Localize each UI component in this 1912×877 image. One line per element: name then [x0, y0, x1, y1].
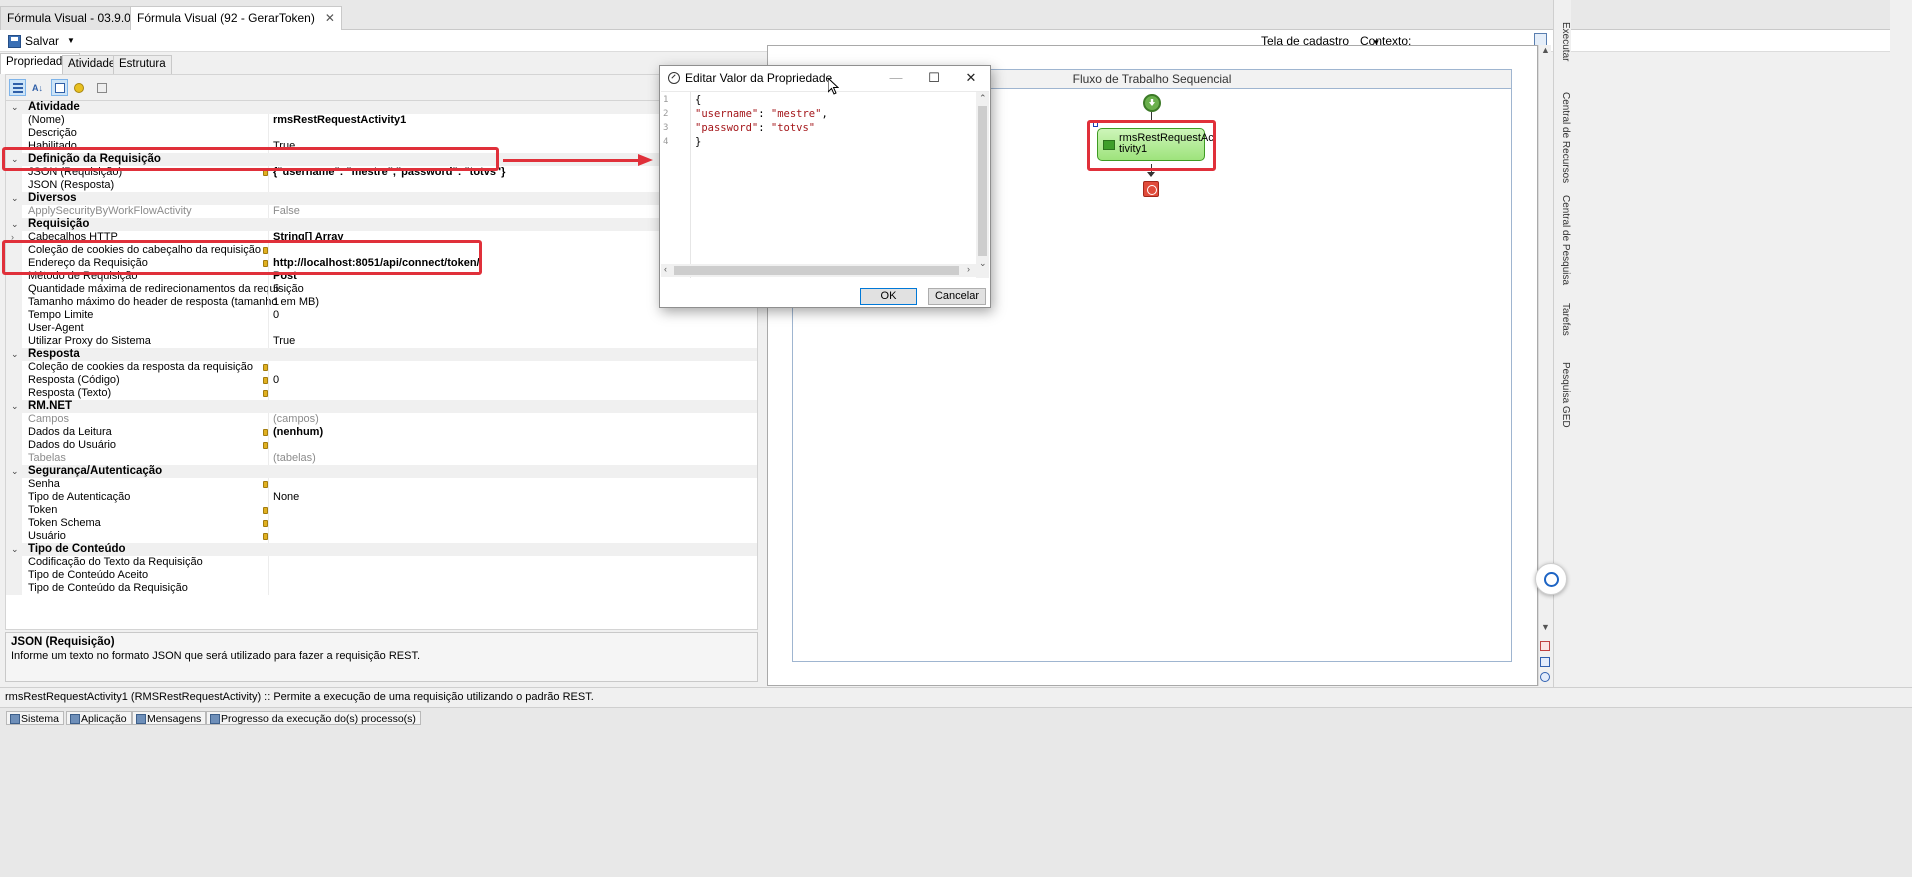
events-icon[interactable] — [70, 79, 87, 96]
pan-icon[interactable] — [1540, 672, 1550, 682]
side-tab-central-pesquisa[interactable]: Central de Pesquisa — [1555, 195, 1571, 285]
property-grid: ⌄ Atividade (Nome) rmsRestRequestActivity1… — [5, 100, 758, 630]
sort-alphabetical-icon[interactable]: A↓ — [28, 79, 45, 96]
prop-descricao[interactable]: Descrição — [6, 127, 757, 140]
category-seguranca[interactable]: ⌄ Segurança/Autenticação — [6, 465, 757, 478]
annotation-arrow-head — [638, 154, 653, 166]
document-tab-bar: Fórmula Visual - 03.9.0507✕ Fórmula Visu… — [0, 0, 1890, 30]
prop-dados-usuario[interactable]: Dados do Usuário — [6, 439, 757, 452]
prop-token[interactable]: Token — [6, 504, 757, 517]
zoom-icon[interactable] — [1540, 657, 1550, 667]
prop-token-schema[interactable]: Token Schema — [6, 517, 757, 530]
prop-dados-leitura[interactable]: Dados da Leitura (nenhum) — [6, 426, 757, 439]
start-node-icon[interactable] — [1143, 94, 1161, 112]
json-editor[interactable]: 1 2 3 4 { "username": "mestre", "passwor… — [661, 91, 989, 278]
side-tab-central-recursos[interactable]: Central de Recursos — [1555, 92, 1571, 183]
bottom-tab-aplicacao[interactable]: Aplicação — [66, 711, 132, 725]
prop-senha[interactable]: Senha — [6, 478, 757, 491]
doc-tab-formula-visual-2[interactable]: Fórmula Visual (92 - GerarToken) ✕ — [130, 6, 342, 30]
category-atividade-header[interactable]: ⌄ Atividade — [6, 101, 757, 114]
bottom-tab-mensagens[interactable]: Mensagens — [132, 711, 207, 725]
mouse-cursor-icon — [828, 78, 839, 95]
bottom-tab-progresso[interactable]: Progresso da execução do(s) processo(s) — [206, 711, 421, 725]
line-number-gutter: 1 2 3 4 — [661, 92, 691, 278]
properties-icon[interactable] — [51, 79, 68, 96]
assistant-icon — [1544, 572, 1559, 587]
tab-estrutura[interactable]: Estrutura — [113, 55, 172, 74]
category-tipo-conteudo[interactable]: ⌄ Tipo de Conteúdo — [6, 543, 757, 556]
code-line-2: "username": "mestre", — [695, 108, 828, 120]
prop-conteudo-requisicao[interactable]: Tipo de Conteúdo da Requisição — [6, 582, 757, 595]
maximize-button[interactable]: ☐ — [920, 69, 948, 87]
panel-tabs: Propriedades Atividades Estrutura — [0, 52, 760, 74]
category-resposta[interactable]: ⌄ Resposta — [6, 348, 757, 361]
prop-max-redirect[interactable]: Quantidade máxima de redirecionamentos d… — [6, 283, 757, 296]
description-title: JSON (Requisição) — [11, 636, 115, 648]
side-panel-strip: Executar Central de Recursos Central de … — [1553, 0, 1571, 700]
ok-button[interactable]: OK — [860, 288, 917, 305]
side-tab-tarefas[interactable]: Tarefas — [1555, 303, 1571, 336]
zoom-fit-icon[interactable] — [1540, 641, 1550, 651]
prop-proxy[interactable]: Utilizar Proxy do Sistema True — [6, 335, 757, 348]
highlight-json-requisicao — [2, 147, 499, 171]
prop-resposta-texto[interactable]: Resposta (Texto) — [6, 387, 757, 400]
categorized-icon[interactable] — [9, 79, 26, 96]
property-grid-toolbar: A↓ — [5, 74, 758, 100]
highlight-endereco-metodo — [2, 240, 482, 275]
status-bar: rmsRestRequestActivity1 (RMSRestRequestA… — [0, 687, 1912, 707]
chevron-down-icon[interactable]: ▼ — [67, 32, 75, 50]
prop-json-resposta[interactable]: JSON (Resposta) — [6, 179, 757, 192]
prop-nome[interactable]: (Nome) rmsRestRequestActivity1 — [6, 114, 757, 127]
category-rmnet[interactable]: ⌄ RM.NET — [6, 400, 757, 413]
save-button[interactable]: Salvar ▼ — [8, 32, 75, 50]
close-button[interactable]: ✕ — [957, 69, 985, 87]
side-tab-pesquisa-ged[interactable]: Pesquisa GED — [1555, 362, 1571, 428]
code-line-4: } — [695, 136, 702, 148]
minimize-button[interactable]: — — [882, 69, 910, 87]
bottom-tab-bar: Sistema Aplicação Mensagens Progresso da… — [0, 707, 1912, 877]
scroll-thumb[interactable] — [978, 106, 987, 256]
end-node-icon[interactable] — [1143, 181, 1159, 197]
floppy-disk-icon — [8, 34, 21, 48]
scroll-thumb[interactable] — [674, 266, 959, 275]
code-line-3: "password": "totvs" — [695, 122, 816, 134]
highlight-activity — [1087, 120, 1216, 171]
edit-property-dialog: Editar Valor da Propriedade — ☐ ✕ 1 2 3 … — [659, 65, 991, 308]
editor-vertical-scrollbar[interactable]: ⌃ ⌄ — [976, 92, 989, 278]
annotation-arrow — [503, 159, 643, 162]
close-icon[interactable]: ✕ — [325, 11, 335, 25]
cancel-button[interactable]: Cancelar — [928, 288, 986, 305]
edit-icon — [668, 72, 680, 84]
prop-cookies-resposta[interactable]: Coleção de cookies da resposta da requis… — [6, 361, 757, 374]
assistant-button[interactable] — [1535, 563, 1567, 595]
prop-resposta-codigo[interactable]: Resposta (Código) 0 — [6, 374, 757, 387]
dialog-title-bar[interactable]: Editar Valor da Propriedade — ☐ ✕ — [660, 66, 990, 90]
category-requisicao[interactable]: ⌄ Requisição — [6, 218, 757, 231]
prop-apply-security[interactable]: ApplySecurityByWorkFlowActivity False — [6, 205, 757, 218]
property-description: JSON (Requisição) Informe um texto no fo… — [5, 632, 758, 682]
prop-campos[interactable]: Campos (campos) — [6, 413, 757, 426]
description-text: Informe um texto no formato JSON que ser… — [11, 650, 421, 662]
editor-horizontal-scrollbar[interactable]: ‹ › — [661, 264, 976, 277]
bottom-tab-sistema[interactable]: Sistema — [6, 711, 64, 725]
prop-tipo-autenticacao[interactable]: Tipo de Autenticação None — [6, 491, 757, 504]
side-tab-executar[interactable]: Executar — [1555, 22, 1571, 61]
prop-tempo-limite[interactable]: Tempo Limite 0 — [6, 309, 757, 322]
prop-codificacao[interactable]: Codificação do Texto da Requisição — [6, 556, 757, 569]
prop-conteudo-aceito[interactable]: Tipo de Conteúdo Aceito — [6, 569, 757, 582]
connector-arrow-icon — [1147, 172, 1155, 177]
code-line-1: { — [695, 94, 702, 106]
prop-max-header[interactable]: Tamanho máximo do header de resposta (ta… — [6, 296, 757, 309]
prop-tabelas[interactable]: Tabelas (tabelas) — [6, 452, 757, 465]
prop-usuario[interactable]: Usuário — [6, 530, 757, 543]
property-pages-icon[interactable] — [93, 79, 110, 96]
category-diversos[interactable]: ⌄ Diversos — [6, 192, 757, 205]
prop-user-agent[interactable]: User-Agent — [6, 322, 757, 335]
